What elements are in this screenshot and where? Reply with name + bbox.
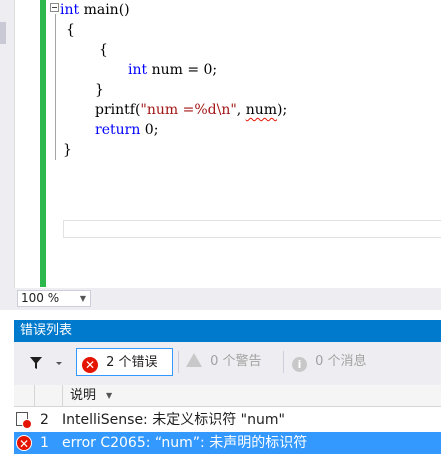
editor-left-margin [0, 0, 14, 290]
errors-filter-button[interactable]: ✕ 2 个错误 [76, 348, 173, 376]
keyword-int: int [128, 62, 148, 78]
error-number: 1 [40, 435, 49, 451]
error-icon: ✕ [82, 357, 98, 373]
toolbar-separator [283, 351, 284, 373]
code-line-6: printf("num =%d\n", num); [95, 100, 287, 120]
inactive-text-region [63, 220, 441, 238]
error-row[interactable]: 2 IntelliSense: 未定义标识符 "num" [14, 409, 441, 431]
code-text: num = 0; [147, 62, 218, 78]
error-squiggle-identifier[interactable]: num [246, 102, 277, 118]
header-number-column[interactable] [34, 385, 63, 406]
code-line-1: int main() [60, 0, 130, 20]
margin-marker [0, 22, 6, 44]
error-number: 2 [40, 412, 49, 428]
messages-count-label: 0 个消息 [315, 354, 367, 369]
intellisense-error-icon [16, 412, 32, 429]
filter-icon [30, 357, 62, 369]
warning-icon [186, 353, 202, 367]
code-line-7: return 0; [95, 120, 158, 140]
code-line-8: } [63, 140, 72, 160]
collapse-outline-icon[interactable] [50, 3, 59, 12]
warnings-count-label: 0 个警告 [210, 354, 262, 369]
close-brace: } [95, 82, 104, 98]
code-editor[interactable]: int main() { { int num = 0; } printf("nu… [60, 0, 441, 200]
string-literal: "num =%d\n" [140, 102, 237, 118]
code-text: ); [277, 102, 288, 118]
zoom-value: 100 % [21, 291, 60, 305]
code-line-5: } [95, 80, 104, 100]
keyword-int: int [60, 2, 80, 18]
error-list-title[interactable]: 错误列表 [14, 320, 441, 342]
code-text: main() [79, 2, 130, 18]
code-text: , [236, 102, 246, 118]
description-column-header[interactable]: 说明 [70, 385, 96, 406]
error-icon: ✕ [16, 435, 32, 451]
header-icon-column[interactable] [14, 385, 35, 406]
open-brace: { [99, 42, 108, 58]
code-line-4: int num = 0; [128, 60, 217, 80]
error-row-selected[interactable]: ✕ 1 error C2065: “num”: 未声明的标识符 [14, 432, 441, 454]
warnings-filter-button[interactable]: 0 个警告 [186, 348, 281, 376]
filter-button[interactable] [24, 352, 68, 374]
change-tracking-bar [40, 0, 46, 287]
keyword-return: return [95, 122, 141, 138]
error-list-header: 说明 ▼ [14, 385, 441, 407]
outline-guide-line [55, 14, 56, 160]
error-description: error C2065: “num”: 未声明的标识符 [62, 435, 308, 451]
code-line-3: { [99, 40, 108, 60]
error-description: IntelliSense: 未定义标识符 "num" [62, 412, 285, 428]
gutter-separator [14, 0, 15, 290]
messages-filter-button[interactable]: i 0 个消息 [292, 348, 392, 376]
info-icon: i [292, 357, 307, 372]
close-brace: } [63, 142, 72, 158]
code-text: 0; [140, 122, 159, 138]
code-text: printf( [95, 102, 141, 118]
code-line-2: { [66, 20, 75, 40]
errors-count-label: 2 个错误 [106, 355, 158, 370]
open-brace: { [66, 22, 75, 38]
chevron-down-icon[interactable]: ▼ [106, 385, 112, 406]
toolbar-separator [178, 351, 179, 373]
zoom-dropdown[interactable]: 100 % ▼ [17, 290, 91, 307]
chevron-down-icon: ▼ [79, 294, 86, 303]
